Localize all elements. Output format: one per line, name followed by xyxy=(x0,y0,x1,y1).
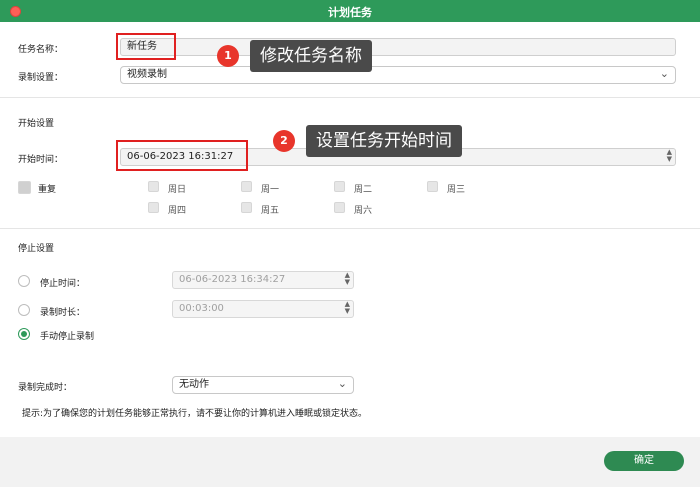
day-label-fri: 周五 xyxy=(261,206,280,216)
day-label-sat: 周六 xyxy=(354,206,373,216)
day-label-wed: 周三 xyxy=(447,185,466,195)
start-settings-heading: 开始设置 xyxy=(18,119,55,129)
highlight-box-task-name xyxy=(116,33,176,60)
on-complete-label: 录制完成时： xyxy=(18,383,73,393)
stop-time-input[interactable]: 06-06-2023 16:34:27 ▲ ▼ xyxy=(172,271,354,289)
stop-time-label: 停止时间： xyxy=(40,279,86,289)
divider xyxy=(0,228,700,229)
repeat-checkbox[interactable] xyxy=(18,181,31,194)
day-checkbox-thu[interactable] xyxy=(148,202,159,213)
stop-time-value: 06-06-2023 16:34:27 xyxy=(179,274,286,285)
callout-task-name: 修改任务名称 xyxy=(250,40,372,72)
repeat-label: 重复 xyxy=(38,185,57,195)
day-label-sun: 周日 xyxy=(168,185,187,195)
title-bar: 计划任务 xyxy=(0,0,700,22)
highlight-box-start-time xyxy=(116,140,248,171)
stop-settings-heading: 停止设置 xyxy=(18,244,55,254)
duration-input[interactable]: 00:03:00 ▲ ▼ xyxy=(172,300,354,318)
step-badge-2: 2 xyxy=(273,130,295,152)
stepper-icon[interactable]: ▲ ▼ xyxy=(667,149,672,163)
day-checkbox-sun[interactable] xyxy=(148,181,159,192)
chevron-down-icon: ⌄ xyxy=(659,67,669,80)
ok-button[interactable]: 确定 xyxy=(604,451,684,471)
stop-time-radio[interactable] xyxy=(18,275,30,287)
recording-settings-value: 视频录制 xyxy=(127,69,167,80)
step-badge-1: 1 xyxy=(217,45,239,67)
recording-settings-label: 录制设置： xyxy=(18,73,64,83)
stepper-icon[interactable]: ▲ ▼ xyxy=(345,272,350,286)
day-label-tue: 周二 xyxy=(354,185,373,195)
tip-text: 提示:为了确保您的计划任务能够正常执行，请不要让你的计算机进入睡眠或锁定状态。 xyxy=(22,409,368,419)
manual-stop-radio[interactable] xyxy=(18,328,30,340)
day-checkbox-tue[interactable] xyxy=(334,181,345,192)
window-title: 计划任务 xyxy=(328,6,372,19)
day-checkbox-fri[interactable] xyxy=(241,202,252,213)
duration-label: 录制时长： xyxy=(40,308,86,318)
day-checkbox-mon[interactable] xyxy=(241,181,252,192)
task-name-label: 任务名称： xyxy=(18,45,64,55)
day-label-thu: 周四 xyxy=(168,206,187,216)
callout-start-time: 设置任务开始时间 xyxy=(306,125,462,157)
day-checkbox-sat[interactable] xyxy=(334,202,345,213)
dialog-content xyxy=(0,22,700,437)
chevron-down-icon: ⌄ xyxy=(337,377,347,390)
task-name-input[interactable]: 新任务 xyxy=(120,38,676,56)
on-complete-select[interactable]: 无动作 ⌄ xyxy=(172,376,354,394)
on-complete-value: 无动作 xyxy=(179,379,209,390)
recording-settings-select[interactable]: 视频录制 ⌄ xyxy=(120,66,676,84)
dialog-footer xyxy=(0,437,700,487)
manual-stop-label: 手动停止录制 xyxy=(40,332,95,342)
start-time-label: 开始时间： xyxy=(18,155,64,165)
divider xyxy=(0,97,700,98)
day-label-mon: 周一 xyxy=(261,185,280,195)
day-checkbox-wed[interactable] xyxy=(427,181,438,192)
stepper-icon[interactable]: ▲ ▼ xyxy=(345,301,350,315)
duration-value: 00:03:00 xyxy=(179,303,224,314)
duration-radio[interactable] xyxy=(18,304,30,316)
